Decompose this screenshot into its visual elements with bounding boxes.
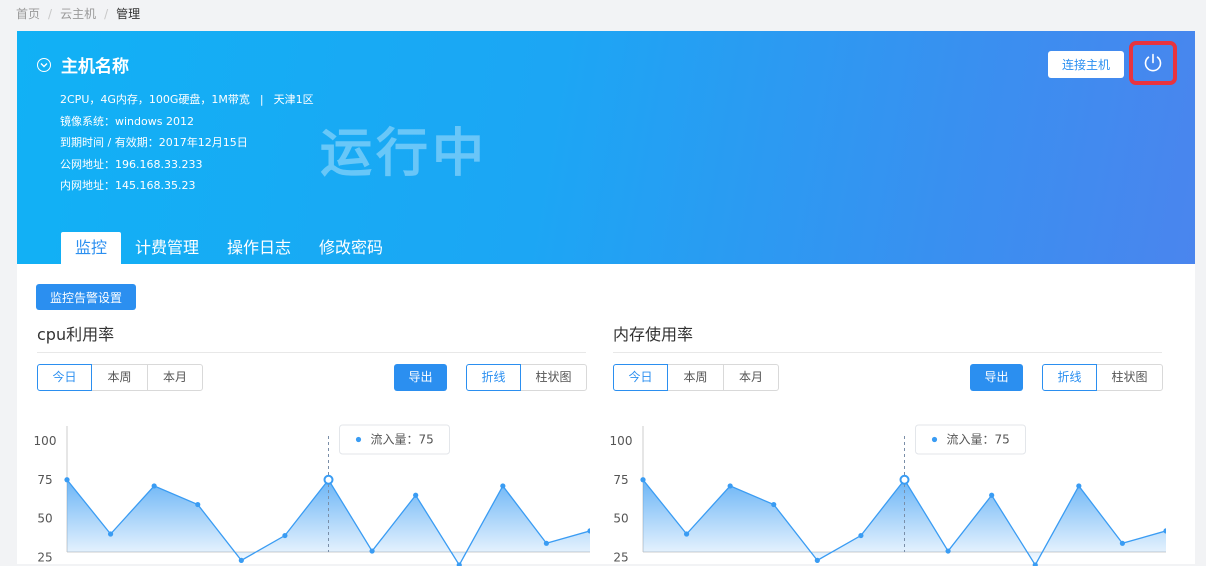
chart-type-bar[interactable]: 柱状图 — [1096, 364, 1163, 391]
cpu-chart-block: cpu利用率 今日 本周 本月 导出 折线 柱状图 100 75 50 25 流入量：7… — [34, 324, 590, 566]
chart-title: cpu利用率 — [37, 324, 586, 353]
breadcrumb: 首页 / 云主机 / 管理 — [16, 5, 140, 22]
data-point — [945, 548, 951, 554]
breadcrumb-home[interactable]: 首页 — [16, 5, 40, 22]
y-tick-label: 50 — [37, 512, 52, 526]
y-tick-label: 75 — [613, 473, 628, 487]
connect-host-button[interactable]: 连接主机 — [1048, 51, 1124, 78]
status-watermark: 运行中 — [320, 124, 489, 184]
private-ip-label: 内网地址： — [60, 179, 115, 192]
tab-monitor[interactable]: 监控 — [61, 232, 122, 264]
data-point — [238, 557, 244, 563]
data-point — [500, 483, 506, 489]
breadcrumb-section[interactable]: 云主机 — [60, 5, 96, 22]
host-specs-row: 2CPU，4G内存，100G硬盘，1M带宽 | 天津1区 — [60, 89, 314, 111]
chart-type-line[interactable]: 折线 — [1042, 364, 1097, 391]
chart-title: 内存使用率 — [613, 324, 1162, 353]
data-point — [413, 492, 419, 498]
cpu-area-chart: 100 75 50 25 流入量：75 — [34, 424, 590, 566]
host-public-row: 公网地址：196.168.33.233 — [60, 154, 314, 176]
data-point — [543, 540, 550, 546]
chart-type-selector: 折线 柱状图 — [466, 364, 587, 391]
period-month[interactable]: 本月 — [723, 364, 779, 391]
data-point — [771, 501, 777, 508]
power-icon — [1144, 53, 1162, 72]
image-value: windows 2012 — [115, 114, 194, 128]
period-week[interactable]: 本周 — [91, 364, 148, 391]
tooltip-label: 流入量：75 — [947, 433, 1010, 447]
period-selector: 今日 本周 本月 — [37, 364, 203, 391]
image-label: 镜像系统： — [60, 114, 115, 128]
chevron-down-icon[interactable] — [37, 57, 51, 72]
tab-operation-log[interactable]: 操作日志 — [213, 232, 305, 264]
tooltip-dot — [931, 436, 938, 443]
divider: | — [259, 93, 264, 106]
tooltip-label: 流入量：75 — [371, 433, 434, 447]
data-point — [369, 548, 375, 554]
tab-change-password[interactable]: 修改密码 — [305, 232, 397, 264]
public-ip-value: 196.168.33.233 — [115, 157, 203, 171]
host-region: 天津1区 — [273, 93, 314, 106]
monitor-panel: 监控告警设置 cpu利用率 今日 本周 本月 导出 折线 柱状图 100 75 50… — [17, 264, 1195, 566]
data-point — [1076, 483, 1082, 489]
chart-controls: 今日 本周 本月 导出 折线 柱状图 — [37, 364, 587, 392]
data-point — [814, 557, 820, 563]
data-point — [683, 531, 690, 537]
data-point — [64, 477, 70, 483]
chart-type-bar[interactable]: 柱状图 — [520, 364, 587, 391]
data-point-active — [323, 474, 334, 485]
chart-type-line[interactable]: 折线 — [466, 364, 521, 391]
host-info: 2CPU，4G内存，100G硬盘，1M带宽 | 天津1区 镜像系统：windows … — [60, 89, 314, 197]
y-tick-label: 25 — [613, 550, 628, 564]
period-today[interactable]: 今日 — [37, 364, 92, 391]
breadcrumb-current: 管理 — [116, 7, 141, 21]
host-image-row: 镜像系统：windows 2012 — [60, 111, 314, 133]
breadcrumb-separator: / — [48, 7, 53, 21]
chart-type-selector: 折线 柱状图 — [1042, 364, 1163, 391]
host-specs: 2CPU，4G内存，100G硬盘，1M带宽 — [60, 93, 250, 106]
y-tick-label: 25 — [37, 550, 52, 564]
period-selector: 今日 本周 本月 — [613, 364, 779, 391]
host-name: 主机名称 — [61, 57, 129, 77]
expire-value: 2017年12月15日 — [158, 136, 248, 149]
host-expire-row: 到期时间 / 有效期：2017年12月15日 — [60, 132, 314, 154]
data-point — [1119, 540, 1126, 546]
alarm-settings-button[interactable]: 监控告警设置 — [36, 284, 136, 310]
host-banner: 主机名称 2CPU，4G内存，100G硬盘，1M带宽 | 天津1区 镜像系统：win… — [17, 31, 1195, 264]
data-point — [195, 501, 201, 508]
data-point-active — [899, 474, 910, 485]
power-button[interactable] — [1129, 41, 1177, 85]
period-week[interactable]: 本周 — [667, 364, 724, 391]
data-point — [151, 483, 157, 489]
host-private-row: 内网地址：145.168.35.23 — [60, 175, 314, 197]
export-button[interactable]: 导出 — [394, 364, 447, 391]
expire-label: 到期时间 / 有效期： — [60, 136, 159, 149]
data-point — [727, 483, 733, 489]
period-today[interactable]: 今日 — [613, 364, 668, 391]
memory-chart-block: 内存使用率 今日 本周 本月 导出 折线 柱状图 100 75 50 25 流入量：75 — [610, 324, 1166, 566]
memory-area-chart: 100 75 50 25 流入量：75 — [610, 424, 1166, 566]
export-button[interactable]: 导出 — [970, 364, 1023, 391]
data-point — [989, 492, 995, 498]
tab-bar: 监控 计费管理 操作日志 修改密码 — [61, 232, 397, 264]
y-tick-label: 100 — [610, 434, 633, 448]
host-title: 主机名称 — [37, 52, 129, 77]
public-ip-label: 公网地址： — [60, 157, 115, 171]
chart-controls: 今日 本周 本月 导出 折线 柱状图 — [613, 364, 1163, 392]
y-tick-label: 100 — [34, 434, 57, 448]
data-point — [858, 532, 864, 539]
data-point — [640, 477, 646, 483]
data-point — [107, 531, 114, 537]
breadcrumb-separator: / — [104, 7, 109, 21]
private-ip-value: 145.168.35.23 — [115, 179, 196, 192]
y-tick-label: 75 — [37, 473, 52, 487]
y-tick-label: 50 — [613, 512, 628, 526]
period-month[interactable]: 本月 — [147, 364, 203, 391]
tooltip-dot — [355, 436, 362, 443]
tab-billing[interactable]: 计费管理 — [121, 232, 213, 264]
data-point — [282, 532, 288, 539]
